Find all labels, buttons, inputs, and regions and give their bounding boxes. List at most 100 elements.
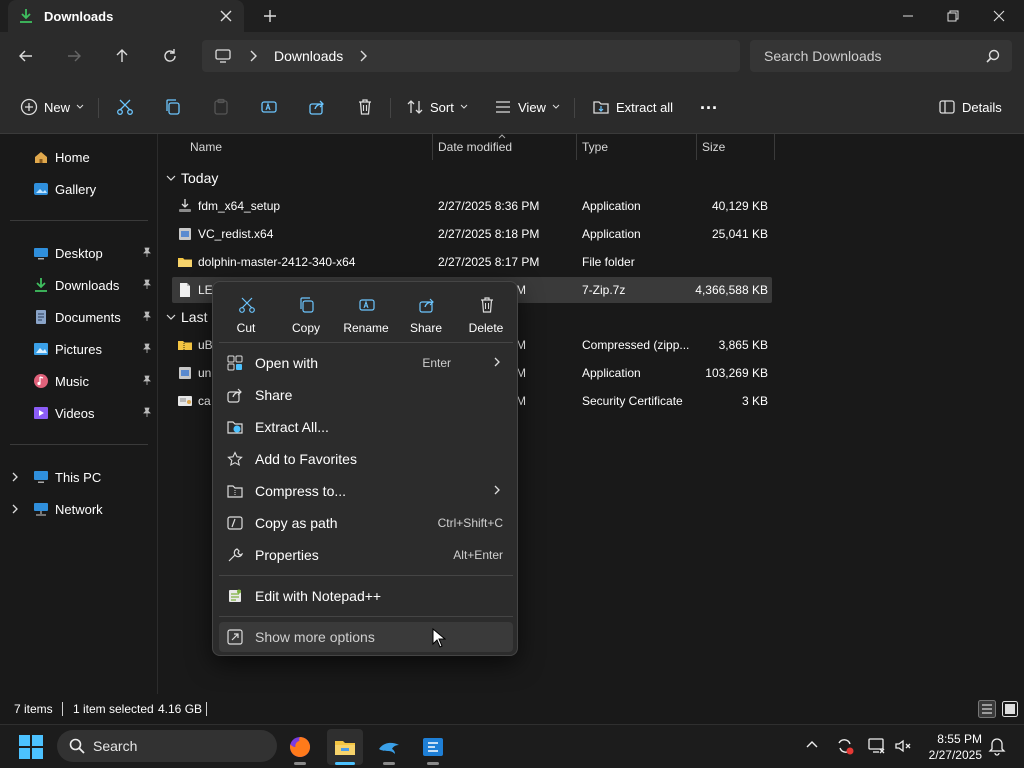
chevron-right-icon[interactable]: [10, 503, 20, 515]
network-status-icon[interactable]: [867, 736, 887, 756]
view-icon: [496, 101, 510, 113]
menu-item-open-with[interactable]: Open with Enter: [219, 348, 513, 378]
pin-icon: [142, 311, 152, 321]
sidebar-item-network[interactable]: Network: [0, 495, 158, 523]
extract-all-button[interactable]: Extract all: [592, 94, 673, 120]
share-icon: [309, 100, 324, 115]
sidebar-item-this-pc[interactable]: This PC: [0, 463, 158, 491]
sidebar-item-music[interactable]: Music: [0, 367, 158, 395]
sort-button[interactable]: Sort: [406, 94, 468, 120]
details-view-icon[interactable]: [978, 700, 996, 718]
table-row[interactable]: dolphin-master-2412-340-x64 2/27/2025 8:…: [172, 249, 772, 275]
menu-item-properties[interactable]: Properties Alt+Enter: [219, 540, 513, 570]
new-tab-icon[interactable]: [262, 8, 278, 24]
tab-close-icon[interactable]: [218, 8, 234, 24]
menu-item-show-more-options[interactable]: Show more options: [219, 622, 513, 652]
column-header-name[interactable]: Name: [190, 140, 222, 166]
divider[interactable]: [432, 134, 433, 160]
forward-button[interactable]: [62, 44, 86, 68]
new-button[interactable]: New: [20, 94, 84, 120]
search-box[interactable]: Search Downloads: [750, 40, 1012, 72]
chevron-up-icon[interactable]: [805, 738, 819, 752]
address-bar[interactable]: Downloads: [202, 40, 740, 72]
paste-icon: [214, 98, 228, 115]
file-explorer-icon: [335, 741, 355, 755]
close-button[interactable]: [976, 0, 1022, 32]
notification-bell-icon[interactable]: [988, 736, 1006, 756]
view-button[interactable]: View: [494, 94, 560, 120]
taskbar-file-explorer[interactable]: [327, 729, 363, 765]
setup-icon: [177, 226, 193, 242]
chevron-right-icon[interactable]: [248, 49, 258, 63]
sidebar-item-gallery[interactable]: Gallery: [0, 175, 158, 203]
table-row[interactable]: fdm_x64_setup 2/27/2025 8:36 PM Applicat…: [172, 193, 772, 219]
share-button[interactable]: [308, 94, 326, 120]
menu-item-copy-as-path[interactable]: Copy as path Ctrl+Shift+C: [219, 508, 513, 538]
column-header-date[interactable]: Date modified: [438, 140, 512, 166]
delete-button[interactable]: [356, 94, 374, 120]
taskbar-remote-app[interactable]: [415, 729, 451, 765]
menu-item-extract-all[interactable]: Extract All...: [219, 412, 513, 442]
items-count: 7 items: [14, 702, 53, 716]
tiles-view-icon[interactable]: [1001, 700, 1019, 718]
sidebar-item-pictures[interactable]: Pictures: [0, 335, 158, 363]
copy-button[interactable]: [164, 94, 182, 120]
sidebar-item-videos[interactable]: Videos: [0, 399, 158, 427]
system-clock[interactable]: 8:55 PM 2/27/2025: [920, 731, 982, 763]
column-header-size[interactable]: Size: [702, 140, 725, 166]
divider[interactable]: [696, 134, 697, 160]
more-options-button[interactable]: ...: [700, 93, 718, 120]
divider: [219, 342, 513, 343]
installer-icon: [177, 198, 193, 214]
restore-button[interactable]: [930, 0, 976, 32]
refresh-button[interactable]: [158, 44, 182, 68]
cut-button[interactable]: [116, 94, 134, 120]
breadcrumb-downloads[interactable]: Downloads: [274, 48, 343, 64]
rename-button[interactable]: [260, 94, 278, 120]
copy-action[interactable]: Copy: [276, 294, 336, 342]
view-label: View: [518, 99, 546, 115]
open-with-icon: [227, 355, 243, 371]
sidebar-item-home[interactable]: Home: [0, 143, 158, 171]
search-input[interactable]: Search Downloads: [764, 48, 882, 64]
trash-icon: [359, 99, 371, 115]
taskbar-dolphin[interactable]: [371, 729, 407, 765]
sync-icon[interactable]: [835, 736, 855, 756]
divider[interactable]: [576, 134, 577, 160]
rename-icon: [261, 101, 277, 113]
windows-start-icon[interactable]: [18, 734, 44, 760]
pin-icon: [142, 375, 152, 385]
download-icon: [18, 8, 34, 24]
chevron-right-icon[interactable]: [10, 471, 20, 483]
taskbar: Search 8:55 PM 2/27/2025: [0, 724, 1024, 768]
rename-action[interactable]: Rename: [336, 294, 396, 342]
divider[interactable]: [774, 134, 775, 160]
setup-icon: [177, 365, 193, 381]
minimize-button[interactable]: [885, 0, 931, 32]
tab-downloads[interactable]: Downloads: [8, 0, 244, 32]
taskbar-firefox[interactable]: [282, 729, 318, 765]
sidebar-item-downloads[interactable]: Downloads: [0, 271, 158, 299]
menu-item-share[interactable]: Share: [219, 380, 513, 410]
share-action[interactable]: Share: [396, 294, 456, 342]
sidebar-item-documents[interactable]: Documents: [0, 303, 158, 331]
cut-action[interactable]: Cut: [216, 294, 276, 342]
table-row[interactable]: VC_redist.x64 2/27/2025 8:18 PM Applicat…: [172, 221, 772, 247]
menu-item-add-to-favorites[interactable]: Add to Favorites: [219, 444, 513, 474]
sidebar-item-desktop[interactable]: Desktop: [0, 239, 158, 267]
taskbar-search[interactable]: Search: [57, 730, 277, 762]
menu-item-edit-with-notepad-plus-plus[interactable]: Edit with Notepad++: [219, 581, 513, 611]
paste-button[interactable]: [212, 94, 230, 120]
column-header-type[interactable]: Type: [582, 140, 608, 166]
firefox-icon: [290, 736, 311, 757]
volume-muted-icon[interactable]: [893, 736, 913, 756]
menu-item-compress-to[interactable]: Compress to...: [219, 476, 513, 506]
chevron-right-icon[interactable]: [358, 49, 368, 63]
pin-icon: [142, 247, 152, 257]
details-button[interactable]: Details: [938, 94, 1002, 120]
back-button[interactable]: [14, 44, 38, 68]
delete-action[interactable]: Delete: [456, 294, 516, 342]
copy-icon: [298, 296, 316, 314]
up-button[interactable]: [110, 44, 134, 68]
details-pane-icon: [939, 100, 955, 114]
